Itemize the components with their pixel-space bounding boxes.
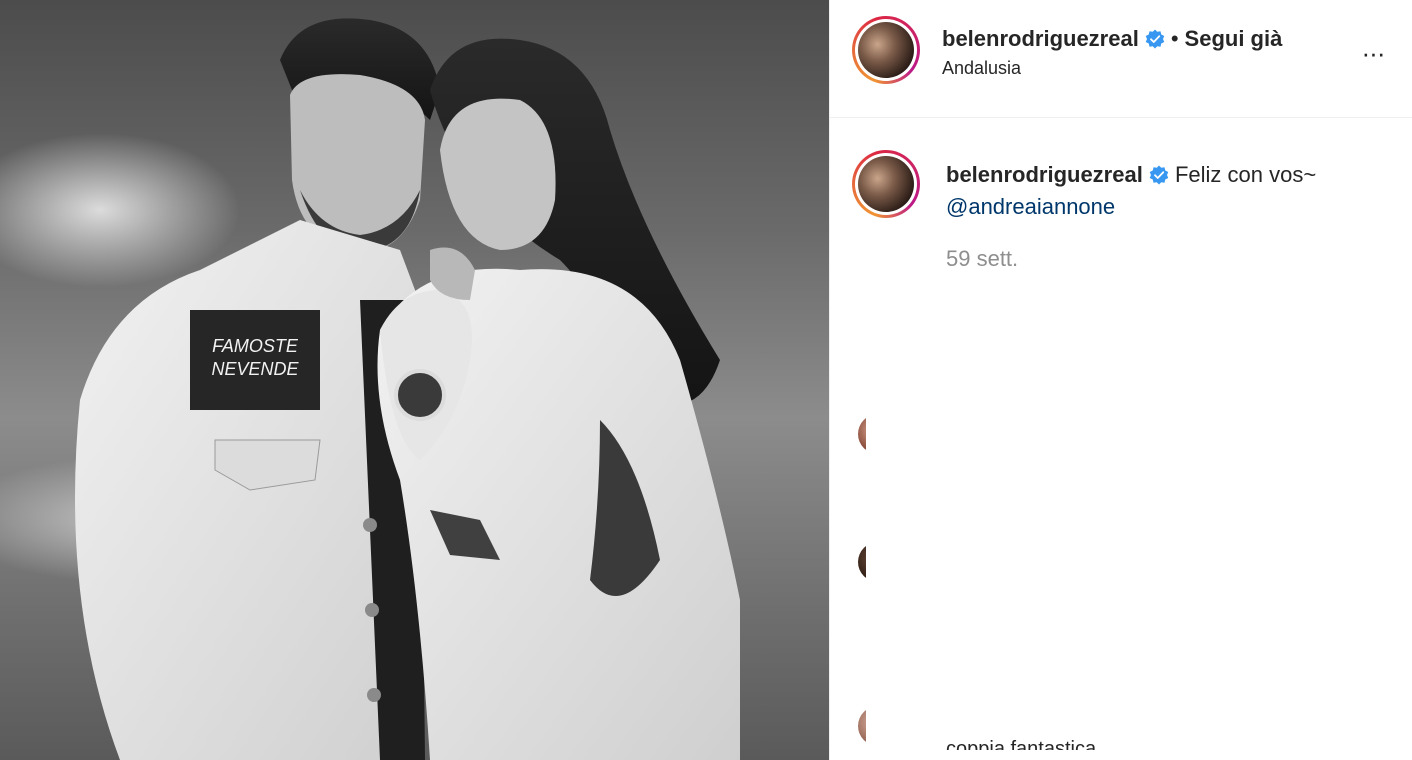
more-options-icon[interactable]: ··· [1358,38,1388,68]
caption-text: Feliz con vos~ [1174,162,1317,187]
post-timestamp[interactable]: 59 sett. [946,246,1018,272]
comment-text-partial: coppia fantastica [946,738,1097,750]
separator-dot: • [1170,26,1179,51]
author-line: belenrodriguezreal • Segui già [942,26,1282,52]
post-photo[interactable]: FAMOSTE NEVENDE [0,0,829,760]
svg-text:NEVENDE: NEVENDE [211,359,299,379]
post-photo-illustration: FAMOSTE NEVENDE [75,18,740,760]
caption: belenrodriguezreal Feliz con vos~ @andre… [946,159,1386,223]
verified-badge-icon [1145,29,1165,49]
follow-status-button[interactable]: Segui già [1185,26,1283,51]
author-username[interactable]: belenrodriguezreal [942,26,1139,51]
post-location[interactable]: Andalusia [942,58,1021,79]
caption-author-avatar[interactable] [852,150,920,218]
author-avatar[interactable] [852,16,920,84]
jacket-patch-text: FAMOSTE [212,336,299,356]
verified-badge-icon [1149,165,1169,185]
caption-username[interactable]: belenrodriguezreal [946,162,1143,187]
mention-link[interactable]: @andreaiannone [946,194,1115,219]
comments-overlay [866,380,1412,760]
